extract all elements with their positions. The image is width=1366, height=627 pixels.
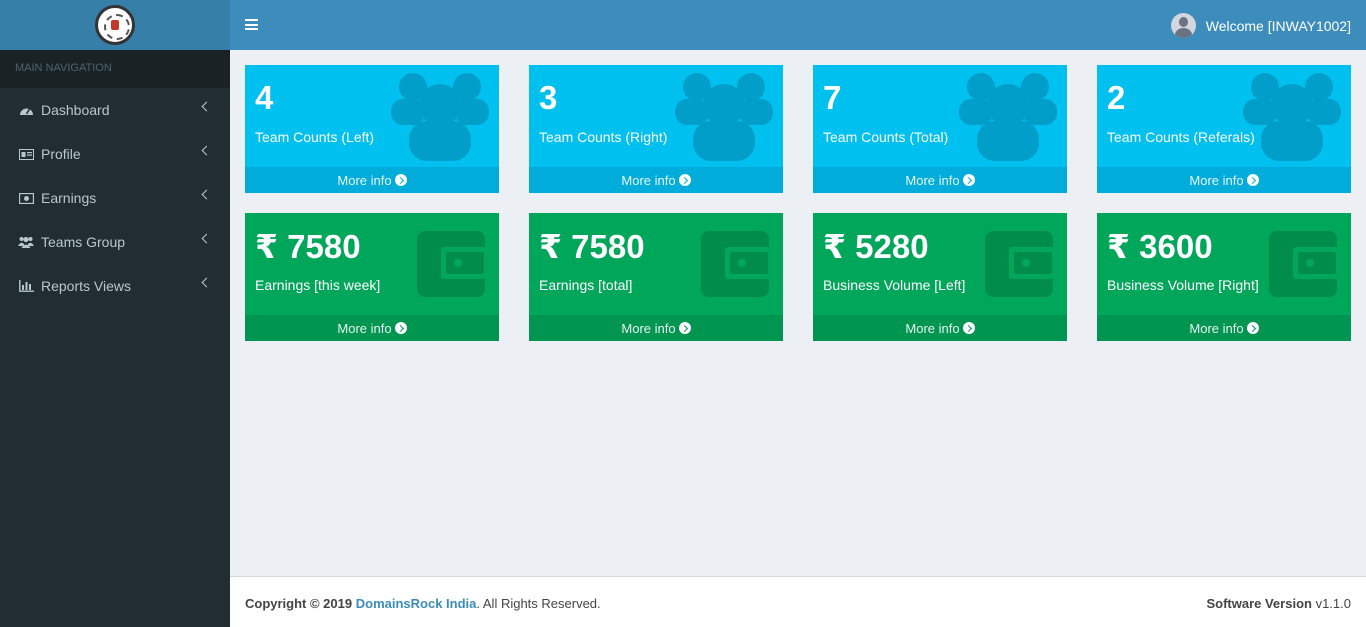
logo-emblem[interactable] xyxy=(95,5,135,45)
stat-value: 4 xyxy=(255,79,274,116)
company-link[interactable]: DomainsRock India xyxy=(356,596,477,611)
arrow-circle-right-icon xyxy=(394,322,407,334)
sidebar-item-label: Earnings xyxy=(41,190,97,206)
version-label: Software Version xyxy=(1206,596,1312,611)
stat-value: ₹ 5280 xyxy=(823,228,929,265)
page-footer: Copyright © 2019 DomainsRock India. All … xyxy=(230,576,1366,627)
stat-label: Earnings [this week] xyxy=(255,277,381,293)
wallet-icon xyxy=(701,231,773,297)
chevron-left-icon xyxy=(201,277,212,288)
rights-text: . All Rights Reserved. xyxy=(476,596,601,611)
wallet-icon xyxy=(985,231,1057,297)
sidebar-item-earnings[interactable]: Earnings xyxy=(0,176,230,220)
stat-label: Business Volume [Left] xyxy=(823,277,966,293)
sidebar-item-label: Profile xyxy=(41,146,81,162)
stat-box-team-referals: 2 Team Counts (Referals) More info xyxy=(1097,65,1351,193)
more-info-link[interactable]: More info xyxy=(529,315,783,341)
dashboard-icon xyxy=(18,103,34,117)
wallet-icon xyxy=(1269,231,1341,297)
stat-label: Team Counts (Left) xyxy=(255,129,375,145)
sidebar-item-label: Teams Group xyxy=(41,234,126,250)
stat-box-team-left: 4 Team Counts (Left) More info xyxy=(245,65,499,193)
arrow-circle-right-icon xyxy=(678,174,691,186)
bar-chart-icon xyxy=(18,279,34,293)
more-info-text[interactable]: More info xyxy=(1189,321,1243,336)
stat-value: ₹ 7580 xyxy=(539,228,645,265)
copyright-text: Copyright © 2019 xyxy=(245,596,353,611)
more-info-text[interactable]: More info xyxy=(905,321,959,336)
chevron-left-icon xyxy=(201,145,212,156)
arrow-circle-right-icon xyxy=(962,322,975,334)
stat-box-team-total: 7 Team Counts (Total) More info xyxy=(813,65,1067,193)
logo-box[interactable] xyxy=(0,0,230,50)
more-info-link[interactable]: More info xyxy=(529,167,783,193)
users-icon xyxy=(1243,73,1341,161)
stat-label: Team Counts (Total) xyxy=(823,129,949,145)
copyright: Copyright © 2019 DomainsRock India. All … xyxy=(245,596,601,611)
more-info-link[interactable]: More info xyxy=(245,315,499,341)
sidebar-item-reports-views[interactable]: Reports Views xyxy=(0,264,230,308)
more-info-text[interactable]: More info xyxy=(1189,173,1243,188)
sidebar-item-label: Reports Views xyxy=(41,278,132,294)
stat-value: 3 xyxy=(539,79,558,116)
sidebar-item-teams-group[interactable]: Teams Group xyxy=(0,220,230,264)
arrow-circle-right-icon xyxy=(678,322,691,334)
users-icon xyxy=(18,235,34,249)
arrow-circle-right-icon xyxy=(1246,322,1259,334)
stat-box-business-left: ₹ 5280 Business Volume [Left] More info xyxy=(813,213,1067,341)
users-icon xyxy=(959,73,1057,161)
stat-box-earnings-total: ₹ 7580 Earnings [total] More info xyxy=(529,213,783,341)
more-info-link[interactable]: More info xyxy=(1097,315,1351,341)
stat-value: 7 xyxy=(823,79,842,116)
chevron-left-icon xyxy=(201,189,212,200)
stat-value: 2 xyxy=(1107,79,1126,116)
more-info-text[interactable]: More info xyxy=(621,321,675,336)
stat-box-business-right: ₹ 3600 Business Volume [Right] More info xyxy=(1097,213,1351,341)
sidebar-toggle-icon[interactable] xyxy=(245,19,258,30)
id-card-icon xyxy=(18,147,34,161)
version-value: v1.1.0 xyxy=(1315,596,1351,611)
stat-label: Team Counts (Right) xyxy=(539,129,668,145)
more-info-link[interactable]: More info xyxy=(813,315,1067,341)
nav-header: MAIN NAVIGATION xyxy=(0,50,230,88)
stat-value: ₹ 7580 xyxy=(255,228,361,265)
wallet-icon xyxy=(417,231,489,297)
arrow-circle-right-icon xyxy=(1246,174,1259,186)
sidebar-item-label: Dashboard xyxy=(41,102,110,118)
welcome-text[interactable]: Welcome [INWAY1002] xyxy=(1206,18,1351,34)
sidebar-item-profile[interactable]: Profile xyxy=(0,132,230,176)
top-navbar: Welcome [INWAY1002] xyxy=(230,0,1366,50)
more-info-link[interactable]: More info xyxy=(245,167,499,193)
stat-label: Earnings [total] xyxy=(539,277,633,293)
more-info-text[interactable]: More info xyxy=(621,173,675,188)
stat-box-earnings-week: ₹ 7580 Earnings [this week] More info xyxy=(245,213,499,341)
sidebar-item-dashboard[interactable]: Dashboard xyxy=(0,88,230,132)
more-info-text[interactable]: More info xyxy=(337,173,391,188)
software-version: Software Version v1.1.0 xyxy=(1206,596,1351,611)
users-icon xyxy=(391,73,489,161)
stat-label: Team Counts (Referals) xyxy=(1107,129,1255,145)
sidebar: MAIN NAVIGATION Dashboard Profile Earnin… xyxy=(0,0,230,627)
stat-label: Business Volume [Right] xyxy=(1107,277,1259,293)
money-icon xyxy=(18,191,34,205)
chevron-left-icon xyxy=(201,233,212,244)
arrow-circle-right-icon xyxy=(962,174,975,186)
more-info-text[interactable]: More info xyxy=(337,321,391,336)
user-menu[interactable]: Welcome [INWAY1002] xyxy=(1170,13,1351,38)
chevron-left-icon xyxy=(201,101,212,112)
avatar[interactable] xyxy=(1170,13,1196,38)
more-info-link[interactable]: More info xyxy=(1097,167,1351,193)
stat-box-team-right: 3 Team Counts (Right) More info xyxy=(529,65,783,193)
arrow-circle-right-icon xyxy=(394,174,407,186)
stat-value: ₹ 3600 xyxy=(1107,228,1213,265)
users-icon xyxy=(675,73,773,161)
more-info-link[interactable]: More info xyxy=(813,167,1067,193)
more-info-text[interactable]: More info xyxy=(905,173,959,188)
